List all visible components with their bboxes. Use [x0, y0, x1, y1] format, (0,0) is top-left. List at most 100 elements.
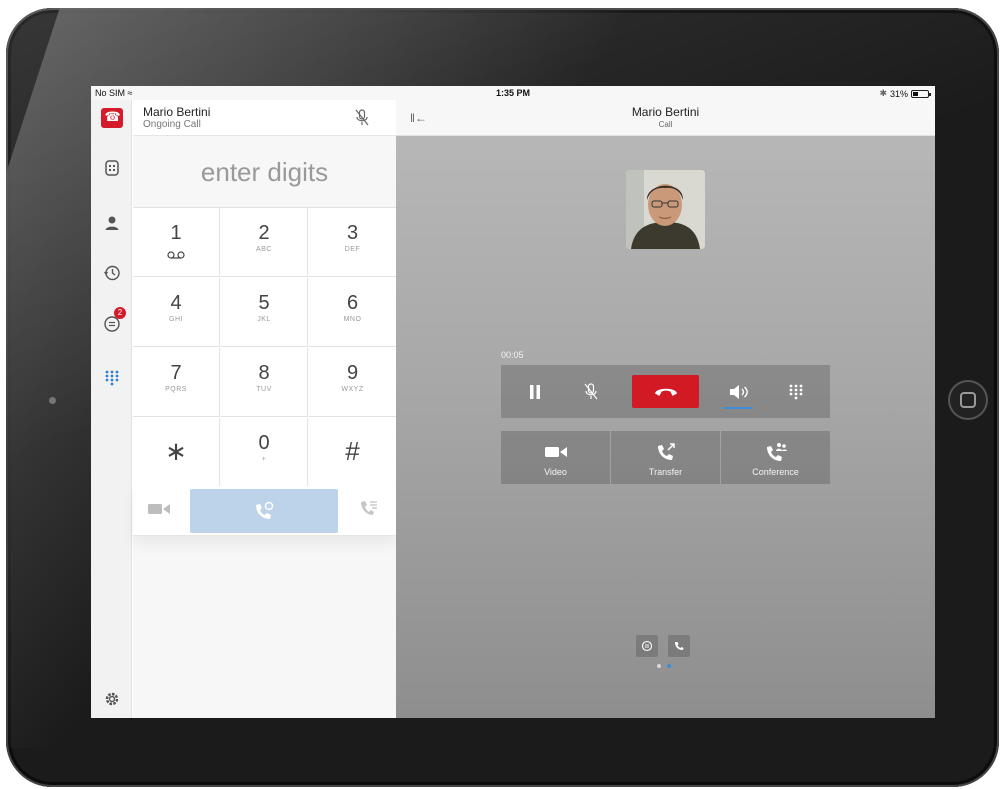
page-dot-2[interactable]: [667, 664, 671, 668]
key-9[interactable]: 9 WXYZ: [309, 348, 396, 417]
key-6[interactable]: 6 MNO: [309, 278, 396, 347]
transfer-label: Transfer: [648, 467, 683, 477]
history-icon: [103, 265, 120, 281]
call-pane-header: ‖← Mario Bertini Call: [396, 100, 935, 136]
nav-item-settings[interactable]: [91, 681, 132, 717]
header-mute-button[interactable]: [355, 109, 369, 132]
video-icon-wrap: [501, 439, 610, 465]
keypad-icon: [789, 384, 803, 399]
call-controls: [501, 365, 830, 418]
key-digit: 5: [258, 292, 270, 314]
key-5[interactable]: 5 JKL: [221, 278, 308, 347]
key-letters: GHI: [169, 316, 183, 323]
key-digit: ∗: [165, 436, 187, 466]
key-digit: 2: [258, 222, 270, 244]
dial-recents-button[interactable]: [359, 498, 379, 523]
speaker-button[interactable]: [719, 365, 759, 418]
nav-item-keypad[interactable]: [91, 360, 132, 396]
key-star[interactable]: ∗: [133, 418, 220, 487]
chat-badge: 2: [114, 307, 126, 319]
transfer-button[interactable]: Transfer: [611, 431, 720, 484]
keypad-icon: [105, 370, 118, 386]
status-right: ✱ 31%: [879, 88, 931, 99]
key-4[interactable]: 4 GHI: [133, 278, 220, 347]
nav-item-chat[interactable]: 2: [91, 305, 132, 341]
key-letters: WXYZ: [341, 386, 364, 393]
caller-name: Mario Bertini: [143, 105, 211, 119]
mute-button[interactable]: [571, 365, 611, 418]
transfer-icon: [657, 443, 675, 460]
chat-icon: [641, 640, 653, 652]
nav-item-history[interactable]: [91, 255, 132, 291]
nav-item-contacts[interactable]: [91, 205, 132, 241]
key-1[interactable]: 1: [133, 208, 220, 277]
dialer-panel: enter digits 1 2 ABC 3 DEF 4 GHI 5 JKL 6 MNO …: [133, 136, 396, 718]
key-letters: JKL: [257, 316, 271, 323]
video-button[interactable]: Video: [501, 431, 610, 484]
bluetooth-icon: ✱: [879, 88, 887, 98]
building-icon: [104, 160, 119, 176]
key-digit: 6: [346, 292, 359, 314]
key-3[interactable]: 3 DEF: [309, 208, 396, 277]
contacts-icon: [105, 216, 118, 230]
key-0[interactable]: 0 +: [221, 418, 308, 487]
key-digit: 4: [170, 292, 182, 314]
key-letters: DEF: [344, 246, 361, 253]
battery-icon: [911, 89, 931, 98]
mute-icon: [355, 109, 369, 126]
hangup-icon: [654, 388, 677, 396]
dial-call-button[interactable]: [190, 489, 338, 533]
key-digit: 3: [346, 222, 359, 244]
nav-item-directory[interactable]: [91, 150, 132, 186]
dial-video-button[interactable]: [147, 502, 171, 521]
home-button-square: [960, 392, 976, 408]
sidebar-nav: 2: [91, 100, 132, 718]
active-call-header[interactable]: Mario Bertini Ongoing Call: [133, 100, 418, 136]
conference-icon-wrap: [721, 439, 830, 465]
page-dot-1[interactable]: [657, 664, 661, 668]
caller-photo: [626, 170, 705, 249]
key-digit: 0: [258, 432, 270, 454]
end-call-button[interactable]: [632, 375, 699, 408]
keypad-button[interactable]: [776, 365, 816, 418]
caller-avatar: [626, 170, 705, 249]
speaker-active-indicator: [723, 407, 753, 409]
pause-button[interactable]: [515, 365, 555, 418]
nav-item-calls-brand[interactable]: [91, 100, 132, 136]
call-timer: 00:05: [501, 350, 524, 360]
call-pane: ‖← Mario Bertini Call 00:05 Video Transf…: [396, 100, 935, 718]
key-2[interactable]: 2 ABC: [221, 208, 308, 277]
key-letters: TUV: [256, 386, 272, 393]
dialer-actions: [133, 486, 396, 536]
voicemail-icon: [133, 246, 219, 264]
key-letters: ABC: [256, 246, 272, 253]
chat-page-button[interactable]: [636, 635, 658, 657]
key-8[interactable]: 8 TUV: [221, 348, 308, 417]
digits-input[interactable]: enter digits: [133, 136, 396, 208]
call-page-button[interactable]: [668, 635, 690, 657]
video-icon: [544, 447, 567, 457]
transfer-icon-wrap: [611, 439, 720, 465]
status-time: 1:35 PM: [495, 88, 530, 98]
front-camera: [49, 397, 56, 404]
mute-icon: [584, 382, 598, 399]
phone-brand-icon: [100, 108, 123, 128]
key-letters: +: [261, 456, 267, 463]
battery-fill: [913, 91, 918, 96]
pause-icon: [530, 384, 540, 399]
video-label: Video: [544, 467, 567, 477]
conference-icon: [766, 443, 787, 461]
device-screen: No SIM ≈ 1:35 PM ✱ 31% 2: [91, 86, 935, 718]
call-pane-title: Mario Bertini: [631, 105, 700, 119]
key-letters: PQRS: [165, 386, 187, 393]
key-digit: 9: [346, 362, 359, 384]
key-hash[interactable]: #: [309, 418, 396, 487]
video-icon: [148, 504, 170, 514]
key-letters: MNO: [343, 316, 362, 323]
key-digit: #: [345, 436, 360, 466]
conference-button[interactable]: Conference: [721, 431, 830, 484]
key-7[interactable]: 7 PQRS: [133, 348, 220, 417]
conference-label: Conference: [752, 467, 799, 477]
home-button[interactable]: [948, 380, 988, 420]
battery-percent: 31%: [889, 88, 908, 99]
